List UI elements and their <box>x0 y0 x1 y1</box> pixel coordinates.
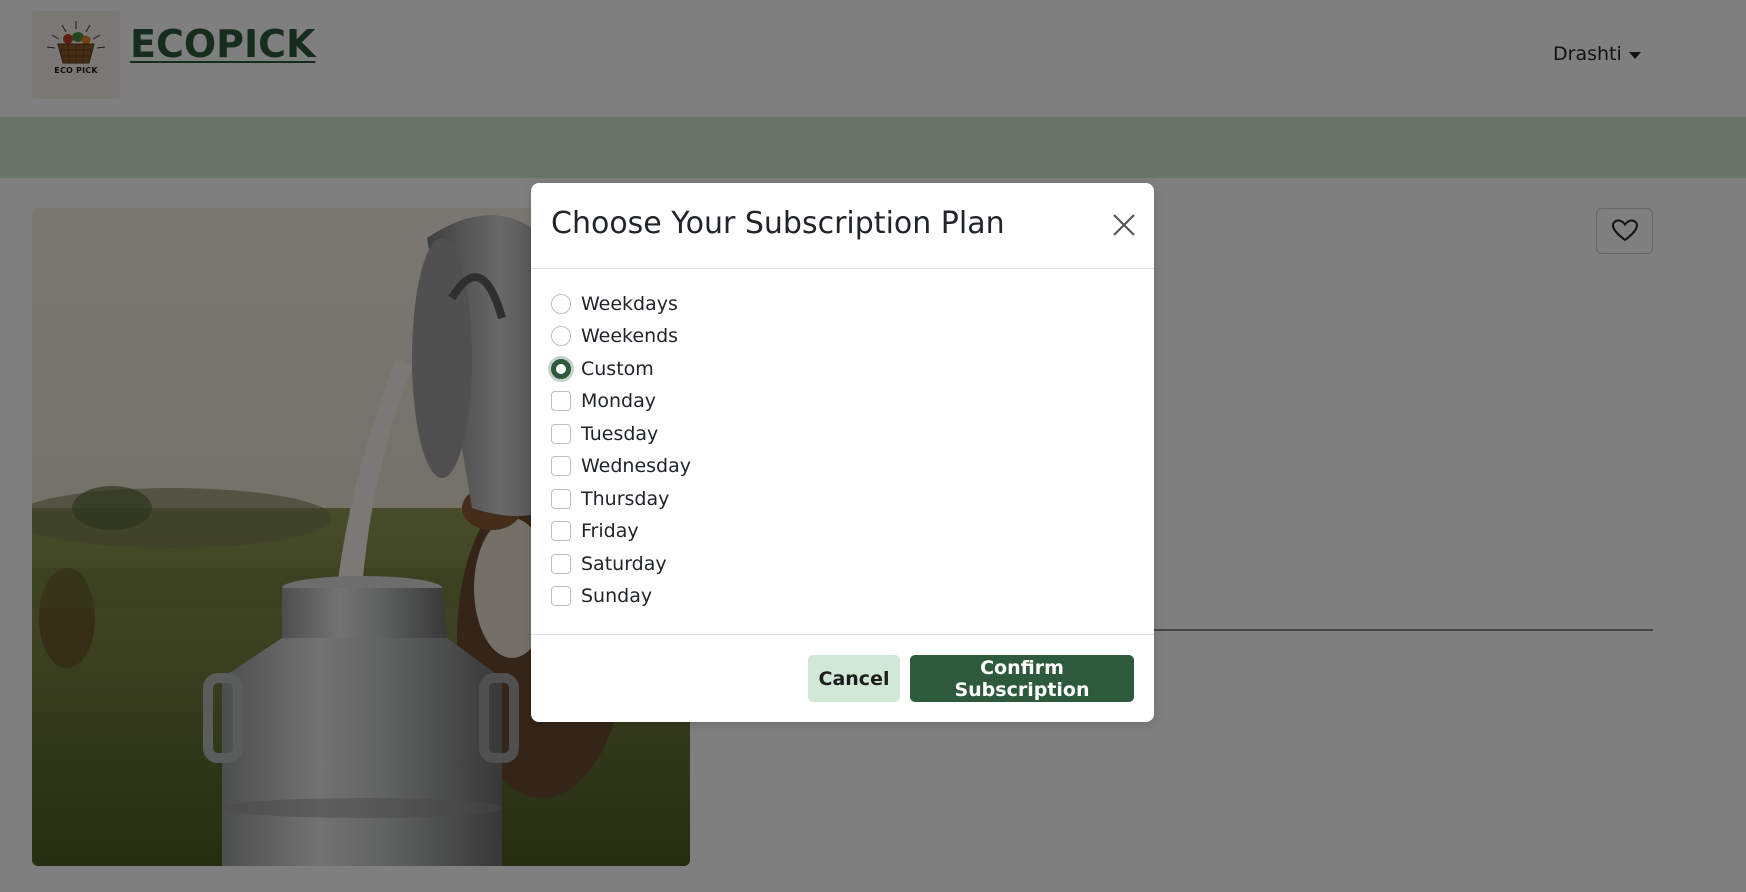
confirm-subscription-button[interactable]: Confirm Subscription <box>910 655 1134 702</box>
plan-label: Custom <box>581 358 654 380</box>
plan-option-custom[interactable]: Custom <box>551 356 654 382</box>
day-option-wednesday[interactable]: Wednesday <box>551 453 691 479</box>
radio-weekends[interactable] <box>551 326 571 346</box>
day-label: Sunday <box>581 585 653 607</box>
subscription-modal: Choose Your Subscription Plan Weekdays W… <box>531 183 1154 722</box>
day-option-monday[interactable]: Monday <box>551 388 656 414</box>
day-option-sunday[interactable]: Sunday <box>551 583 652 609</box>
checkbox-sunday[interactable] <box>551 586 571 606</box>
checkbox-thursday[interactable] <box>551 489 571 509</box>
checkbox-tuesday[interactable] <box>551 424 571 444</box>
radio-custom[interactable] <box>551 359 571 379</box>
day-label: Tuesday <box>581 423 659 445</box>
checkbox-monday[interactable] <box>551 391 571 411</box>
plan-label: Weekdays <box>581 293 678 315</box>
day-label: Saturday <box>581 553 667 575</box>
checkbox-saturday[interactable] <box>551 554 571 574</box>
close-button[interactable] <box>1109 210 1139 240</box>
cancel-button[interactable]: Cancel <box>808 655 900 702</box>
modal-header: Choose Your Subscription Plan <box>531 183 1154 269</box>
day-option-friday[interactable]: Friday <box>551 518 639 544</box>
radio-weekdays[interactable] <box>551 294 571 314</box>
plan-label: Weekends <box>581 325 679 347</box>
day-label: Thursday <box>581 488 670 510</box>
modal-title: Choose Your Subscription Plan <box>551 206 1005 241</box>
day-option-tuesday[interactable]: Tuesday <box>551 421 658 447</box>
modal-footer: Cancel Confirm Subscription <box>531 635 1154 721</box>
close-icon <box>1113 214 1135 236</box>
plan-option-weekdays[interactable]: Weekdays <box>551 291 678 317</box>
checkbox-wednesday[interactable] <box>551 456 571 476</box>
checkbox-friday[interactable] <box>551 521 571 541</box>
day-label: Wednesday <box>581 455 692 477</box>
day-label: Friday <box>581 520 639 542</box>
day-label: Monday <box>581 390 657 412</box>
plan-option-weekends[interactable]: Weekends <box>551 323 678 349</box>
day-option-saturday[interactable]: Saturday <box>551 551 667 577</box>
modal-body: Weekdays Weekends Custom Monday Tuesday … <box>531 269 1154 635</box>
day-option-thursday[interactable]: Thursday <box>551 486 669 512</box>
